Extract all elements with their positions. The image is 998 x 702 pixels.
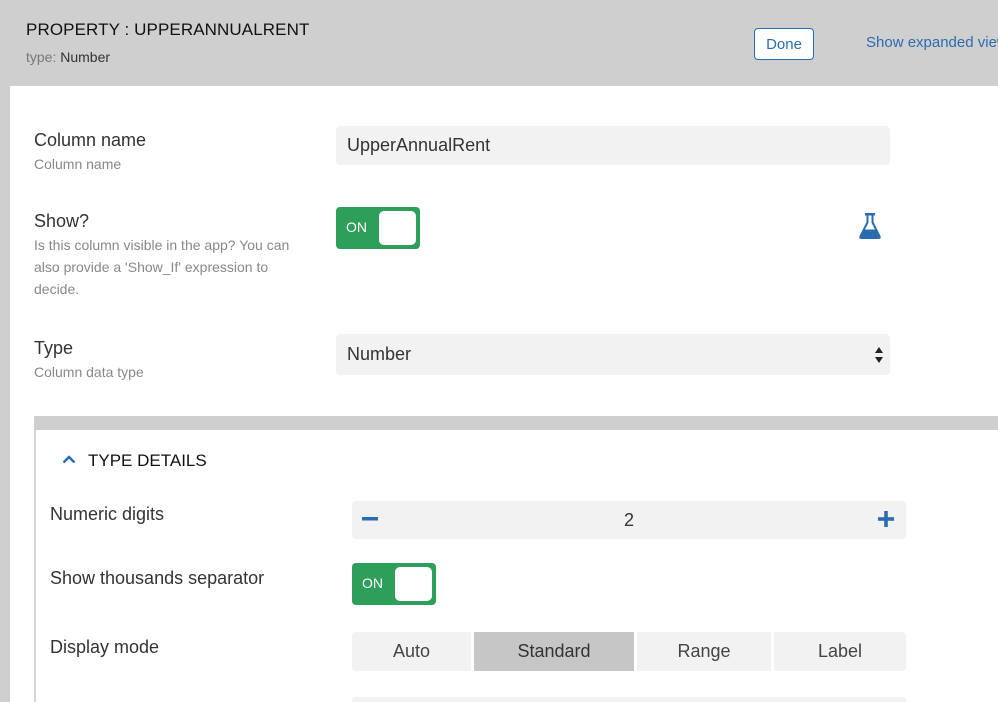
type-select-value: Number [347, 344, 412, 364]
column-name-label: Column name [34, 130, 147, 150]
show-expanded-view-link[interactable]: Show expanded view [866, 34, 998, 51]
plus-icon [878, 511, 894, 527]
display-mode-auto[interactable]: Auto [352, 632, 471, 671]
thousands-separator-label: Show thousands separator [50, 568, 265, 588]
type-select[interactable]: Number [336, 334, 890, 375]
property-type-label: type: [26, 49, 57, 65]
thousands-toggle-knob [395, 567, 432, 601]
numeric-digits-label: Numeric digits [50, 504, 165, 524]
show-toggle-knob [379, 211, 416, 245]
next-field-input[interactable] [352, 697, 906, 702]
property-type-value: Number [60, 49, 111, 65]
numeric-digits-stepper[interactable]: 2 [352, 501, 906, 539]
property-panel: Column name Column name UpperAnnualRent … [10, 86, 998, 702]
show-sublabel: Is this column visible in the app? You c… [34, 237, 290, 297]
column-name-value: UpperAnnualRent [347, 135, 491, 155]
display-mode-standard[interactable]: Standard [474, 632, 634, 671]
display-mode-range[interactable]: Range [637, 632, 771, 671]
property-type-line: type: Number [26, 49, 110, 65]
chevron-up-icon[interactable] [62, 454, 76, 464]
select-arrows-icon [875, 347, 883, 363]
property-header: PROPERTY : UPPERANNUALRENT type: Number … [0, 0, 998, 86]
numeric-digits-value: 2 [623, 510, 634, 530]
show-toggle-text: ON [346, 219, 367, 235]
page-title: PROPERTY : UPPERANNUALRENT [26, 20, 310, 39]
type-details-title[interactable]: TYPE DETAILS [88, 451, 207, 471]
column-name-input[interactable]: UpperAnnualRent [336, 126, 890, 165]
type-sublabel: Column data type [34, 364, 144, 380]
section-divider-bar [34, 416, 998, 430]
column-name-sublabel: Column name [34, 156, 122, 172]
done-button[interactable]: Done [754, 28, 814, 60]
type-details-section: TYPE DETAILS Numeric digits 2 Show thous… [34, 416, 998, 702]
display-mode-label-option[interactable]: Label [774, 632, 906, 671]
display-mode-label: Display mode [50, 637, 160, 657]
increment-button[interactable] [876, 505, 896, 533]
type-label: Type [34, 338, 74, 358]
show-toggle[interactable]: ON [336, 207, 420, 249]
show-label: Show? [34, 211, 90, 231]
thousands-separator-toggle[interactable]: ON [352, 563, 436, 605]
thousands-toggle-text: ON [362, 575, 383, 591]
flask-icon[interactable] [858, 212, 882, 240]
